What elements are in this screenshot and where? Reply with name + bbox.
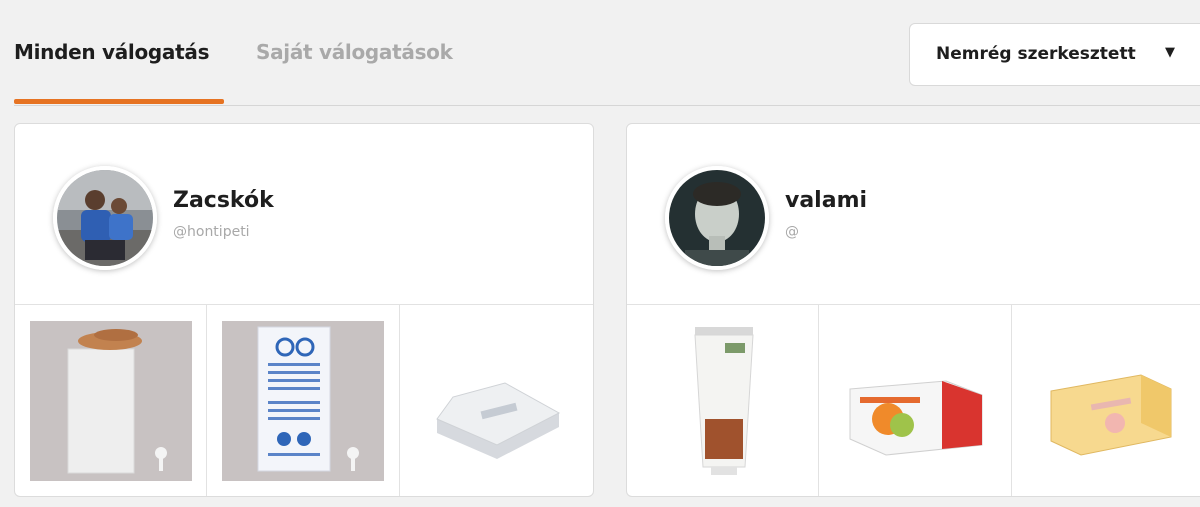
wrapped-soap-bar-image [1050, 374, 1172, 456]
product-thumbnails [15, 304, 593, 496]
collection-username[interactable]: @hontipeti [173, 224, 250, 240]
tab-all-collections[interactable]: Minden válogatás [14, 40, 209, 64]
product-thumbnail[interactable] [627, 305, 819, 496]
avatar-photo [669, 170, 765, 266]
product-thumbnail[interactable] [399, 305, 593, 496]
caret-down-icon: ▼ [1165, 45, 1175, 60]
printed-paper-bag-image [222, 321, 384, 481]
collection-title[interactable]: Zacskók [173, 188, 274, 213]
paper-bag-with-seeds-image [30, 321, 192, 481]
active-tab-indicator [14, 99, 224, 104]
white-bag-stack-image [436, 382, 561, 459]
soap-box-image [849, 380, 983, 456]
sort-dropdown-label: Nemrég szerkesztett [936, 44, 1136, 64]
product-thumbnail[interactable] [1011, 305, 1200, 496]
avatar[interactable] [53, 166, 157, 270]
avatar-photo [57, 170, 153, 266]
product-thumbnails [627, 304, 1200, 496]
collection-card[interactable]: Zacskók @hontipeti [14, 123, 594, 497]
tab-own-collections[interactable]: Saját válogatások [256, 40, 453, 64]
collection-card[interactable]: valami @ [626, 123, 1200, 497]
product-thumbnail[interactable] [818, 305, 1012, 496]
collection-title[interactable]: valami [785, 188, 867, 213]
avatar[interactable] [665, 166, 769, 270]
sort-dropdown[interactable]: Nemrég szerkesztett ▼ [909, 23, 1200, 86]
product-thumbnail[interactable] [206, 305, 400, 496]
product-thumbnail[interactable] [15, 305, 207, 496]
cream-tube-image [694, 327, 754, 475]
collection-username[interactable]: @ [785, 224, 799, 240]
